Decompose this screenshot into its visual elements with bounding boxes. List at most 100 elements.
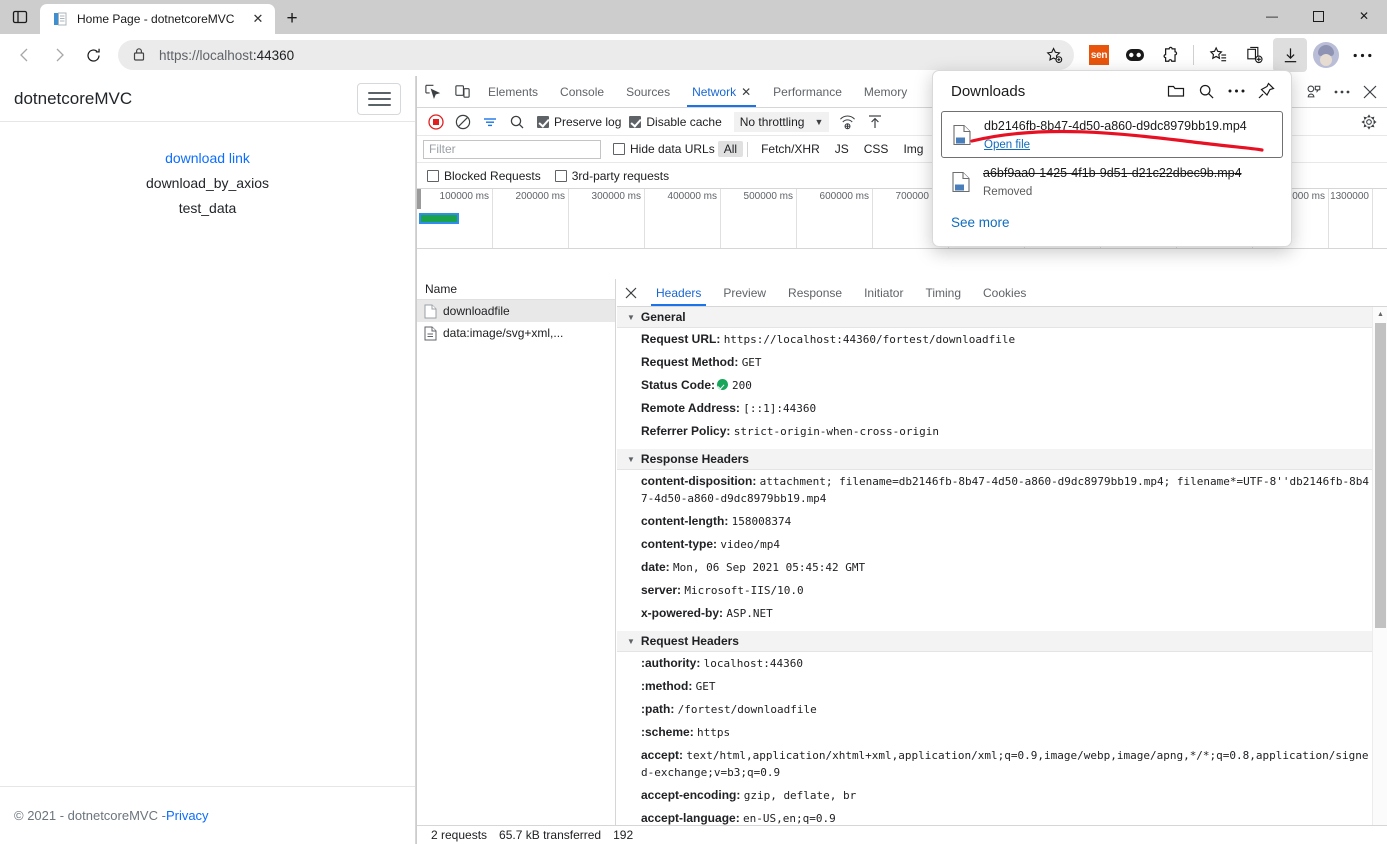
tab-console[interactable]: Console (549, 76, 615, 107)
third-party-requests-checkbox[interactable]: 3rd-party requests (555, 169, 669, 183)
close-devtools-icon[interactable] (1357, 79, 1383, 105)
overview-tick: 1300000 (1330, 191, 1369, 202)
forward-icon[interactable] (42, 38, 76, 72)
open-file-link[interactable]: Open file (984, 139, 1030, 151)
download-link[interactable]: download link (0, 146, 415, 171)
section-general-header[interactable]: ▼ General (617, 307, 1387, 328)
scroll-up-arrow[interactable]: ▲ (1373, 307, 1387, 322)
preserve-log-box (537, 116, 549, 128)
split-screen-icon[interactable] (1237, 38, 1271, 72)
tab-elements[interactable]: Elements (477, 76, 549, 107)
navbar-toggle-button[interactable] (357, 83, 401, 115)
tab-network[interactable]: Network ✕ (681, 76, 762, 107)
see-more-link[interactable]: See more (933, 205, 1291, 230)
tab-cookies[interactable]: Cookies (972, 279, 1037, 306)
filter-icon[interactable] (477, 110, 502, 134)
search-icon[interactable] (504, 110, 529, 134)
minimize-button[interactable]: — (1249, 0, 1295, 32)
tab-title: Home Page - dotnetcoreMVC (77, 12, 247, 26)
title-bar: Home Page - dotnetcoreMVC ✕ + — ✕ (0, 0, 1387, 34)
address-bar[interactable]: https://localhost:44360 (118, 40, 1074, 70)
network-split: Name downloadfile data:image/svg+xml,... (417, 279, 1387, 825)
add-favorite-icon[interactable] (1040, 41, 1068, 69)
hide-data-urls-checkbox[interactable]: Hide data URLs (613, 142, 715, 156)
settings-gear-icon[interactable] (1357, 110, 1381, 134)
filter-type-fetch-xhr[interactable]: Fetch/XHR (755, 141, 826, 157)
tab-sources[interactable]: Sources (615, 76, 681, 107)
filter-type-css[interactable]: CSS (858, 141, 895, 157)
more-icon[interactable] (1221, 76, 1251, 106)
devtools-tabbar-actions (1301, 76, 1387, 107)
tab-headers[interactable]: Headers (645, 279, 712, 306)
section-request-headers[interactable]: ▼ Request Headers (617, 631, 1387, 652)
filter-type-all[interactable]: All (718, 141, 743, 157)
clear-icon[interactable] (450, 110, 475, 134)
browser-tab[interactable]: Home Page - dotnetcoreMVC ✕ (40, 4, 275, 34)
test-data-text[interactable]: test_data (0, 196, 415, 221)
overview-tick: 300000 ms (592, 191, 641, 202)
tab-memory[interactable]: Memory (853, 76, 918, 107)
download-item[interactable]: a6bf9aa0-1425-4f1b-9d51-d21c22dbec9b.mp4… (941, 158, 1283, 205)
page-content: download link download_by_axios test_dat… (0, 122, 415, 221)
hamburger-line (368, 98, 391, 100)
reload-icon[interactable] (76, 38, 110, 72)
detail-scrollbar[interactable]: ▲ (1372, 307, 1387, 825)
tab-performance[interactable]: Performance (762, 76, 853, 107)
header-row: :method: GET (617, 675, 1387, 698)
detail-tabbar: Headers Preview Response Initiator Timin… (617, 279, 1387, 307)
extension-dark-icon[interactable] (1118, 38, 1152, 72)
disable-cache-checkbox[interactable]: Disable cache (629, 115, 721, 129)
request-column-header[interactable]: Name (417, 279, 615, 300)
device-toolbar-icon[interactable] (447, 76, 477, 107)
file-icon (424, 326, 437, 341)
resources-size: 192 (613, 828, 633, 842)
settings-more-icon[interactable] (1345, 38, 1379, 72)
import-har-icon[interactable] (862, 110, 887, 134)
profile-avatar[interactable] (1309, 38, 1343, 72)
filter-type-js[interactable]: JS (829, 141, 855, 157)
extensions-puzzle-icon[interactable] (1154, 38, 1188, 72)
sen-extension-icon[interactable]: sen (1082, 38, 1116, 72)
folder-icon[interactable] (1161, 76, 1191, 106)
overview-left-handle[interactable] (417, 189, 421, 209)
chevron-down-icon: ▼ (627, 455, 635, 464)
scrollbar-thumb[interactable] (1375, 323, 1386, 628)
close-window-button[interactable]: ✕ (1341, 0, 1387, 32)
filter-type-img[interactable]: Img (897, 141, 929, 157)
record-stop-icon[interactable] (423, 110, 448, 134)
tab-close-icon[interactable]: ✕ (247, 8, 269, 30)
tab-preview[interactable]: Preview (712, 279, 777, 306)
header-value: Microsoft-IIS/10.0 (684, 584, 803, 597)
site-brand[interactable]: dotnetcoreMVC (14, 89, 132, 109)
preserve-log-checkbox[interactable]: Preserve log (537, 115, 621, 129)
close-network-tab-icon[interactable]: ✕ (741, 85, 751, 99)
throttling-select[interactable]: No throttling ▼ (734, 112, 830, 132)
inspect-element-icon[interactable] (417, 76, 447, 107)
collections-icon[interactable] (1201, 38, 1235, 72)
transferred-size: 65.7 kB transferred (499, 828, 601, 842)
more-tools-icon[interactable] (1329, 79, 1355, 105)
tab-response[interactable]: Response (777, 279, 853, 306)
filter-input[interactable]: Filter (423, 140, 601, 159)
downloads-icon[interactable] (1273, 38, 1307, 72)
maximize-button[interactable] (1295, 0, 1341, 32)
back-icon[interactable] (8, 38, 42, 72)
feedback-icon[interactable] (1301, 79, 1327, 105)
tab-timing[interactable]: Timing (914, 279, 972, 306)
pin-icon[interactable] (1251, 76, 1281, 106)
blocked-requests-checkbox[interactable]: Blocked Requests (427, 169, 541, 183)
tab-initiator[interactable]: Initiator (853, 279, 914, 306)
header-value: /fortest/downloadfile (678, 703, 817, 716)
table-row[interactable]: data:image/svg+xml,... (417, 322, 615, 344)
search-icon[interactable] (1191, 76, 1221, 106)
close-detail-icon[interactable] (617, 279, 645, 306)
network-conditions-icon[interactable] (835, 110, 860, 134)
tab-search-icon[interactable] (0, 0, 40, 34)
new-tab-button[interactable]: + (275, 4, 309, 34)
browser-window: Home Page - dotnetcoreMVC ✕ + — ✕ (0, 0, 1387, 844)
download-item[interactable]: db2146fb-8b47-4d50-a860-d9dc8979bb19.mp4… (941, 111, 1283, 158)
download-by-axios-text[interactable]: download_by_axios (0, 171, 415, 196)
privacy-link[interactable]: Privacy (166, 808, 209, 823)
section-response-headers[interactable]: ▼ Response Headers (617, 449, 1387, 470)
table-row[interactable]: downloadfile (417, 300, 615, 322)
